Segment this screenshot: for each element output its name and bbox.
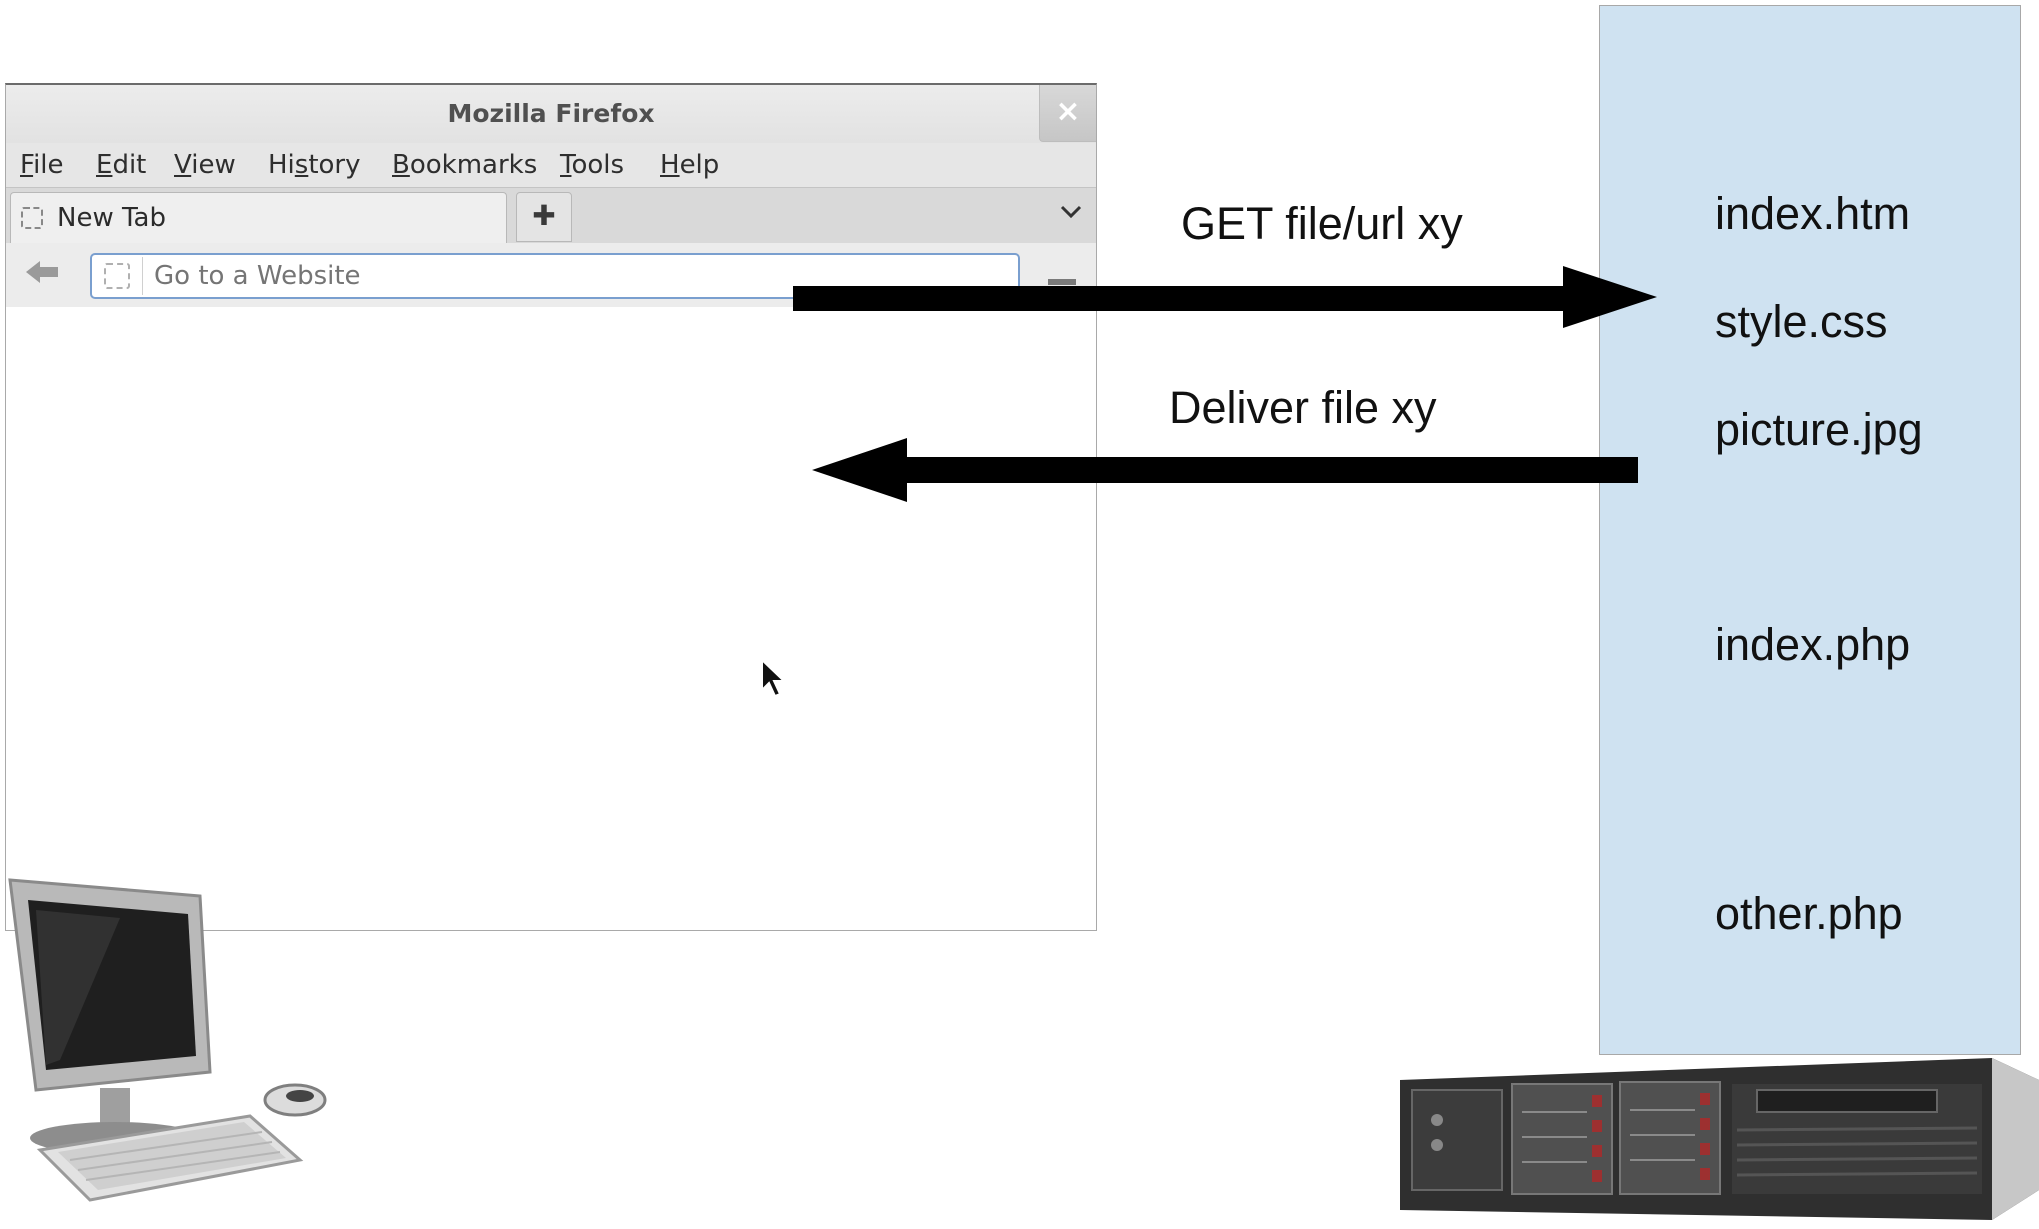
request-label: GET file/url xy bbox=[1181, 198, 1463, 249]
request-arrow bbox=[793, 266, 1657, 328]
rack-server-icon bbox=[1400, 1058, 2039, 1220]
desktop-computer-icon bbox=[8, 878, 327, 1202]
response-arrow bbox=[812, 438, 1638, 502]
response-label: Deliver file xy bbox=[1169, 382, 1437, 433]
